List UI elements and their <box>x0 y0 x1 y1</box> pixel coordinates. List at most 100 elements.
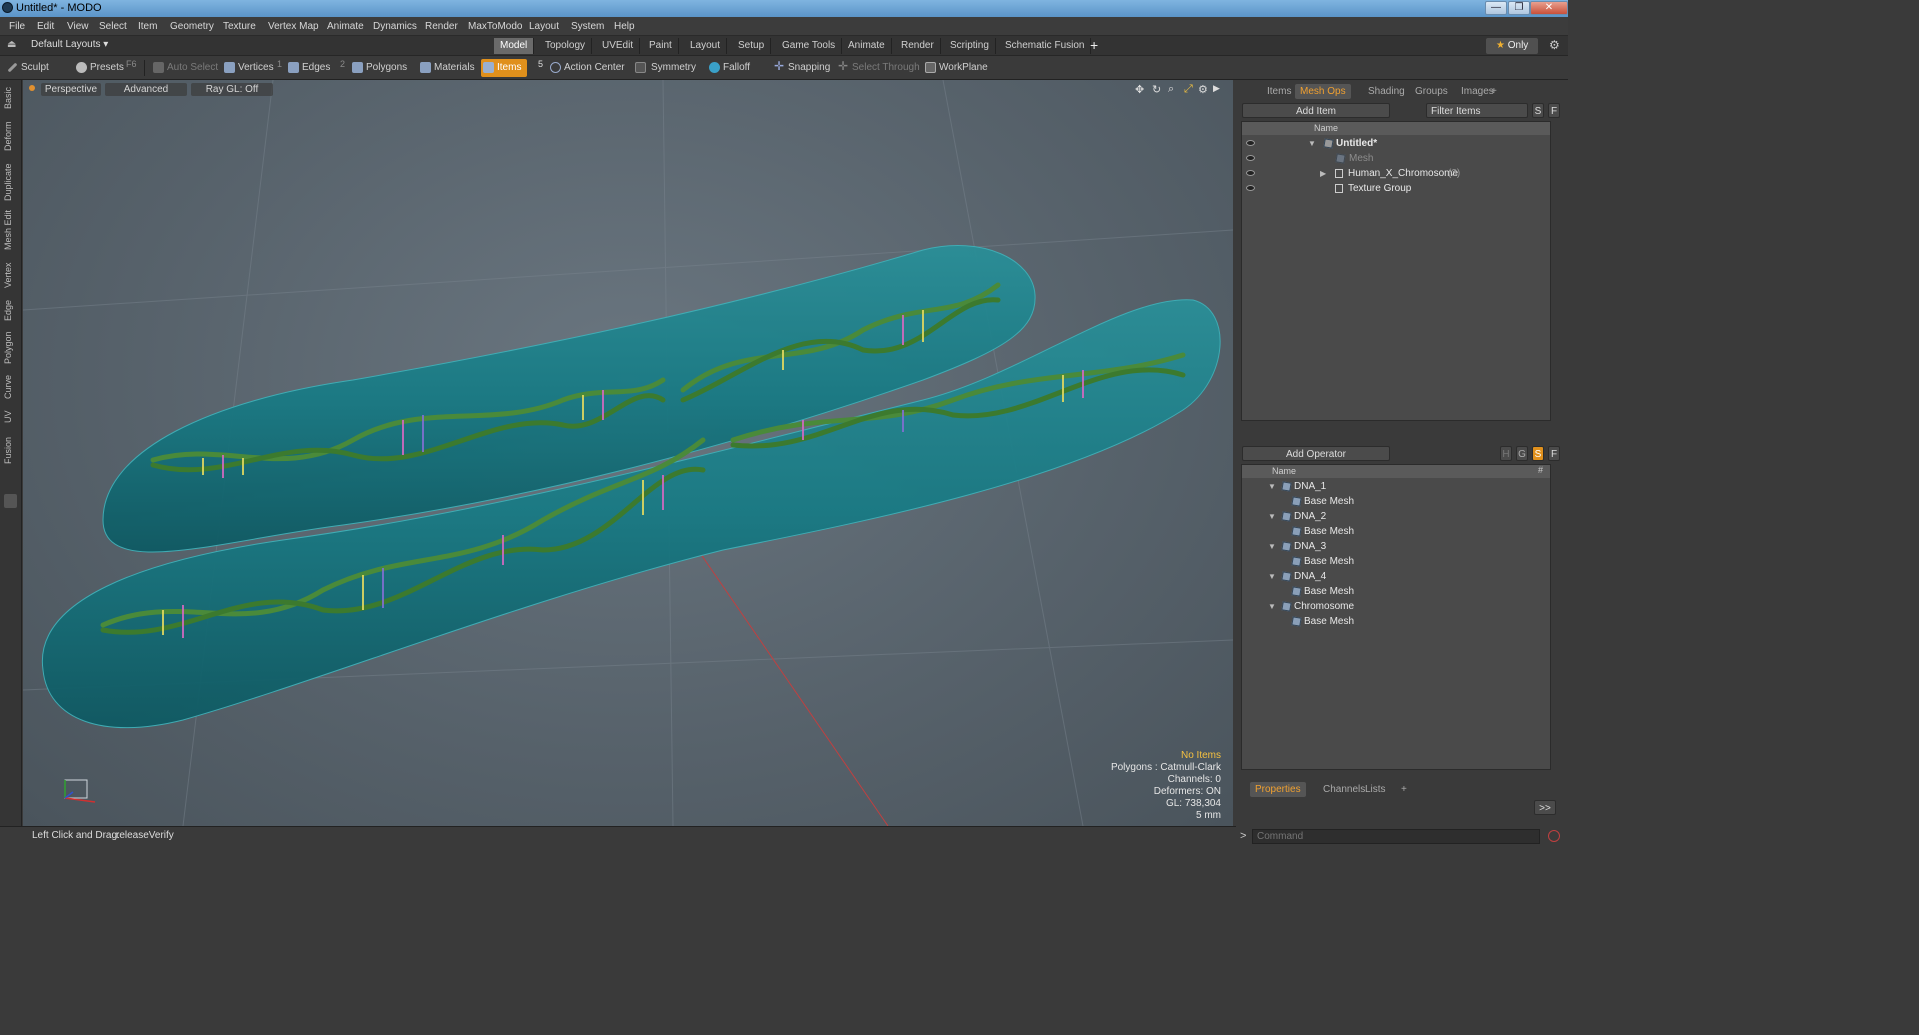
add-bottom-tab-button[interactable]: + <box>1396 782 1412 797</box>
f-button[interactable]: F <box>1548 103 1560 118</box>
s-button[interactable]: S <box>1532 103 1544 118</box>
tab-model[interactable]: Model <box>494 38 535 54</box>
visibility-eye-icon[interactable] <box>1246 185 1255 191</box>
operator-row[interactable]: ▼ DNA_4 <box>1242 569 1550 584</box>
tab-mesh-ops[interactable]: Mesh Ops <box>1295 84 1351 99</box>
fit-icon[interactable]: ⤢ <box>1184 83 1193 96</box>
menu-system[interactable]: System <box>571 21 604 32</box>
snapping-button[interactable]: ✛ Snapping <box>772 59 830 77</box>
expand-arrow-icon[interactable]: ▼ <box>1268 509 1276 524</box>
operator-row[interactable]: ▼ DNA_2 <box>1242 509 1550 524</box>
viewport-gear-icon[interactable]: ⚙ <box>1198 83 1208 96</box>
tab-lists[interactable]: Lists <box>1360 782 1391 797</box>
expand-arrow-icon[interactable]: ▼ <box>1268 479 1276 494</box>
tab-uvedit[interactable]: UVEdit <box>596 38 641 54</box>
vtab-fusion[interactable]: Fusion <box>3 432 17 468</box>
s-op-button[interactable]: S <box>1532 446 1544 461</box>
add-operator-button[interactable]: Add Operator <box>1242 446 1390 461</box>
select-through-button[interactable]: ✛ Select Through <box>836 59 920 77</box>
minimize-button[interactable]: — <box>1485 1 1507 15</box>
vtab-mesh-edit[interactable]: Mesh Edit <box>3 208 17 252</box>
operator-row-base-mesh[interactable]: Base Mesh <box>1242 494 1550 509</box>
operator-row[interactable]: ▼ DNA_1 <box>1242 479 1550 494</box>
operator-row-base-mesh[interactable]: Base Mesh <box>1242 554 1550 569</box>
presets-button[interactable]: Presets <box>74 59 124 77</box>
visibility-eye-icon[interactable] <box>1246 155 1255 161</box>
add-panel-tab-button[interactable]: + <box>1486 84 1502 99</box>
add-item-button[interactable]: Add Item <box>1242 103 1390 118</box>
vtab-basic[interactable]: Basic <box>3 84 17 112</box>
close-button[interactable]: ✕ <box>1530 1 1568 15</box>
menu-animate[interactable]: Animate <box>327 21 364 32</box>
tab-game-tools[interactable]: Game Tools <box>776 38 843 54</box>
expand-arrow-icon[interactable]: ▼ <box>1268 599 1276 614</box>
polygons-button[interactable]: Polygons <box>350 59 407 77</box>
vtab-vertex[interactable]: Vertex <box>3 258 17 292</box>
menu-help[interactable]: Help <box>614 21 635 32</box>
tab-shading[interactable]: Shading <box>1363 84 1410 99</box>
workplane-button[interactable]: WorkPlane <box>923 59 988 77</box>
menu-item[interactable]: Item <box>138 21 157 32</box>
expand-panel-button[interactable]: >> <box>1534 800 1556 815</box>
expand-arrow-icon[interactable]: ▼ <box>1268 569 1276 584</box>
viewport-options-icon[interactable] <box>29 85 35 91</box>
filter-items-input[interactable]: Filter Items <box>1426 103 1528 118</box>
pan-icon[interactable]: ✥ <box>1135 83 1144 96</box>
vertices-button[interactable]: Vertices <box>222 59 274 77</box>
tree-row-human-x-chromosome[interactable]: ▶ Human_X_Chromosome (3) <box>1242 166 1550 181</box>
vtab-polygon[interactable]: Polygon <box>3 328 17 368</box>
visibility-eye-icon[interactable] <box>1246 140 1255 146</box>
tab-groups[interactable]: Groups <box>1410 84 1453 99</box>
menu-layout[interactable]: Layout <box>529 21 559 32</box>
g-button[interactable]: G <box>1516 446 1528 461</box>
operator-row-base-mesh[interactable]: Base Mesh <box>1242 614 1550 629</box>
items-button[interactable]: Items <box>481 59 528 77</box>
command-input[interactable] <box>1252 829 1540 844</box>
tab-paint[interactable]: Paint <box>643 38 679 54</box>
operator-row-base-mesh[interactable]: Base Mesh <box>1242 584 1550 599</box>
raygl-toggle[interactable]: Ray GL: Off <box>191 83 273 96</box>
tab-schematic-fusion[interactable]: Schematic Fusion <box>999 38 1092 54</box>
layout-selector[interactable]: Default Layouts ▾ <box>31 39 108 50</box>
add-tab-button[interactable]: + <box>1090 37 1098 53</box>
operator-row[interactable]: ▼ Chromosome <box>1242 599 1550 614</box>
tab-animate[interactable]: Animate <box>842 38 892 54</box>
tree-row-mesh[interactable]: Mesh <box>1242 151 1550 166</box>
vtab-uv[interactable]: UV <box>3 408 17 426</box>
vtab-edge[interactable]: Edge <box>3 296 17 324</box>
tab-render[interactable]: Render <box>895 38 941 54</box>
sculpt-button[interactable]: Sculpt <box>5 59 49 77</box>
tab-items[interactable]: Items <box>1262 84 1296 99</box>
menu-maxtomodo[interactable]: MaxToModo <box>468 21 522 32</box>
view-type-dropdown[interactable]: Perspective <box>41 83 101 96</box>
expand-arrow-icon[interactable]: ▼ <box>1268 539 1276 554</box>
vtab-deform[interactable]: Deform <box>3 118 17 154</box>
only-toggle[interactable]: ★ Only <box>1486 38 1538 54</box>
menu-geometry[interactable]: Geometry <box>170 21 214 32</box>
menu-render[interactable]: Render <box>425 21 458 32</box>
vtab-curve[interactable]: Curve <box>3 372 17 402</box>
falloff-button[interactable]: Falloff <box>707 59 750 77</box>
viewport-menu-arrow-icon[interactable]: ▶ <box>1213 83 1220 94</box>
rotate-icon[interactable]: ↻ <box>1152 83 1161 96</box>
menu-dynamics[interactable]: Dynamics <box>373 21 417 32</box>
menu-vertex-map[interactable]: Vertex Map <box>268 21 319 32</box>
zoom-icon[interactable]: ⌕ <box>1168 83 1174 96</box>
tab-topology[interactable]: Topology <box>539 38 593 54</box>
3d-viewport[interactable]: Perspective Advanced Ray GL: Off ✥ ↻ ⌕ ⤢… <box>23 80 1233 826</box>
symmetry-button[interactable]: Symmetry <box>633 59 696 77</box>
menu-edit[interactable]: Edit <box>37 21 54 32</box>
visibility-eye-icon[interactable] <box>1246 170 1255 176</box>
edges-button[interactable]: Edges <box>286 59 330 77</box>
tab-options-button[interactable] <box>4 494 17 508</box>
f-op-button[interactable]: F <box>1548 446 1560 461</box>
layout-collapse-icon[interactable]: ⏏ <box>7 39 16 50</box>
menu-texture[interactable]: Texture <box>223 21 256 32</box>
menu-select[interactable]: Select <box>99 21 127 32</box>
h-button[interactable]: H <box>1500 446 1512 461</box>
expand-arrow-icon[interactable]: ▼ <box>1308 136 1316 151</box>
tab-setup[interactable]: Setup <box>732 38 772 54</box>
tree-row-untitled[interactable]: ▼ Untitled* <box>1242 136 1550 151</box>
menu-view[interactable]: View <box>67 21 89 32</box>
materials-button[interactable]: Materials <box>418 59 475 77</box>
